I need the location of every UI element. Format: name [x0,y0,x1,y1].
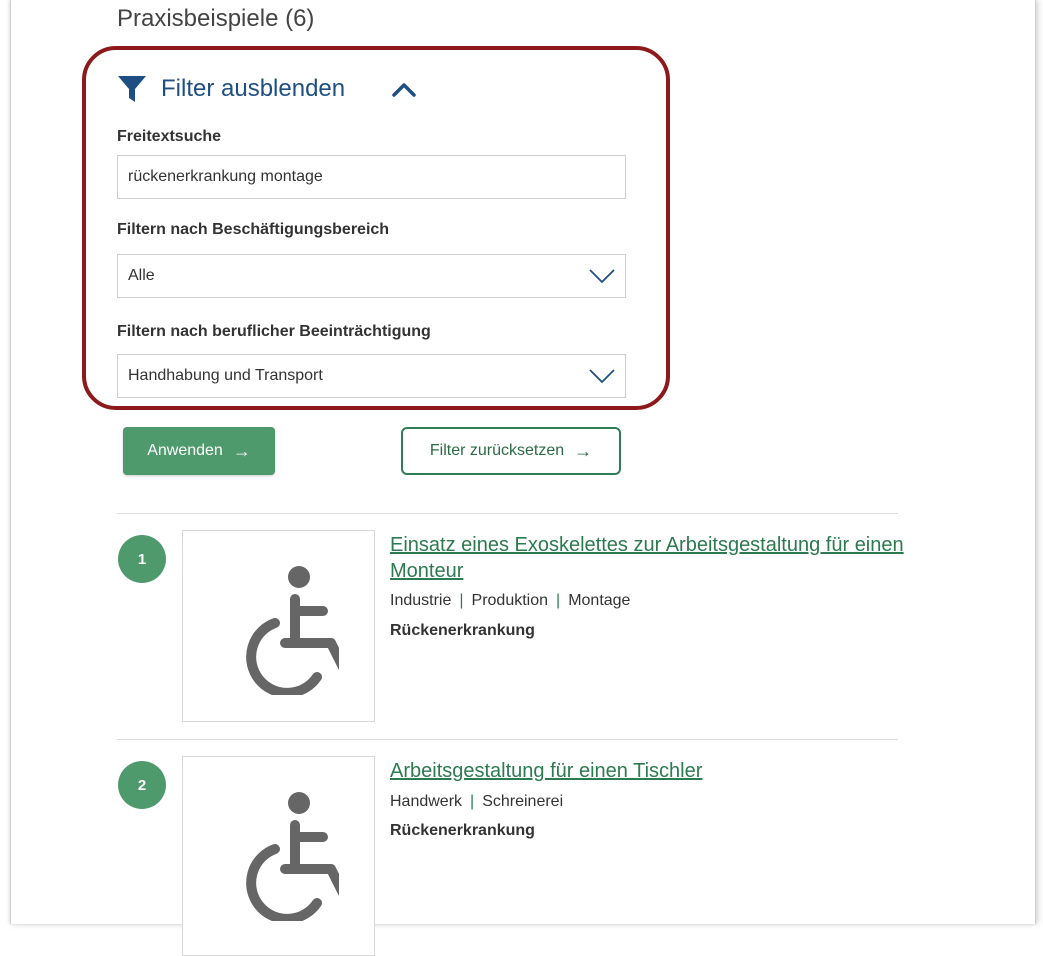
result-tags: Handwerk | Schreinerei [390,793,563,811]
result-tag: Handwerk [390,793,463,810]
result-tag: Montage [568,592,631,609]
result-divider [117,739,898,740]
employment-filter-select[interactable]: Alle [117,254,626,298]
filter-toggle-label: Filter ausblenden [161,75,346,102]
tag-separator: | [459,592,464,609]
impairment-filter-select[interactable]: Handhabung und Transport [117,354,626,398]
result-tag: Produktion [471,592,549,609]
arrow-right-icon: → [574,440,593,461]
impairment-filter-value: Handhabung und Transport [128,367,323,384]
reset-filter-button-label: Filter zurücksetzen [429,442,565,459]
employment-filter-label: Filtern nach Beschäftigungsbereich [117,221,390,238]
wheelchair-icon [246,566,339,695]
freetext-label: Freitextsuche [117,128,222,145]
chevron-up-icon [392,83,416,97]
reset-filter-button[interactable]: Filter zurücksetzen → [401,427,621,475]
freetext-search-input[interactable] [117,155,626,199]
result-thumbnail[interactable] [182,530,375,722]
result-condition: Rückenerkrankung [390,822,535,839]
tag-separator: | [556,592,561,609]
page-title: Praxisbeispiele (6) [117,5,315,32]
chevron-down-icon [589,369,615,384]
result-tags: Industrie | Produktion | Montage [390,592,630,610]
result-thumbnail[interactable] [182,756,375,956]
employment-filter-value: Alle [128,267,155,284]
result-tag: Industrie [390,592,452,609]
arrow-right-icon: → [232,440,251,461]
result-title-link[interactable]: Arbeitsgestaltung für einen Tischler [390,758,905,784]
filter-toggle-button[interactable]: Filter ausblenden [117,74,417,104]
result-condition: Rückenerkrankung [390,622,535,639]
tag-separator: | [470,793,475,810]
result-title-link[interactable]: Einsatz eines Exoskelettes zur Arbeitsge… [390,532,905,584]
result-number-badge: 1 [118,535,166,583]
impairment-filter-label: Filtern nach beruflicher Beeinträchtigun… [117,323,431,340]
wheelchair-icon [246,792,339,921]
result-tag: Schreinerei [482,793,564,810]
apply-button-label: Anwenden [147,442,223,459]
chevron-down-icon [589,269,615,284]
funnel-icon [118,76,146,102]
apply-button[interactable]: Anwenden → [123,427,275,475]
result-divider [117,513,898,514]
result-number-badge: 2 [118,761,166,809]
